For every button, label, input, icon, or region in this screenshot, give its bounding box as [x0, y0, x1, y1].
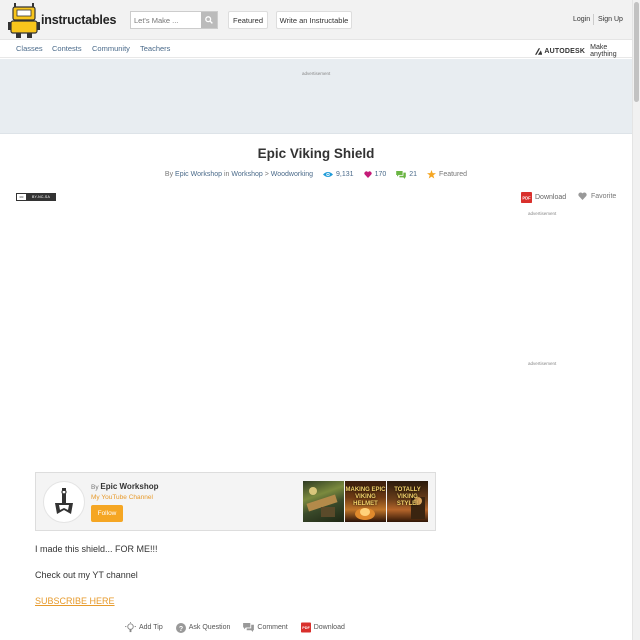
search-icon — [205, 16, 213, 24]
login-link[interactable]: Login — [573, 16, 590, 23]
logo-wordmark[interactable]: instructables — [41, 13, 116, 27]
page: instructables Featured Write an Instruct… — [0, 0, 640, 640]
byline-by: By — [164, 171, 174, 178]
svg-text:PDF: PDF — [302, 626, 310, 630]
signup-link[interactable]: Sign Up — [598, 16, 623, 23]
author-name[interactable]: Epic Workshop — [100, 482, 158, 491]
body-paragraph: I made this shield... FOR ME!!! — [35, 544, 158, 554]
author-project-thumbnail[interactable]: TOTALLY VIKING STYLE! — [387, 481, 428, 522]
autodesk-brand[interactable]: AUTODESK Make anything — [535, 44, 632, 58]
avatar[interactable] — [43, 481, 85, 523]
ad-label: advertisement — [302, 71, 331, 76]
thumbnail-image — [306, 487, 338, 517]
ask-question-button[interactable]: ? Ask Question — [175, 622, 231, 633]
autodesk-wordmark: AUTODESK — [544, 47, 586, 55]
side-ad-label: advertisement — [528, 211, 557, 216]
pdf-icon: PDF — [521, 192, 532, 203]
search-input[interactable] — [131, 12, 201, 28]
comment-button[interactable]: Comment — [243, 623, 288, 632]
subscribe-link[interactable]: SUBSCRIBE HERE — [35, 596, 115, 606]
ask-question-label: Ask Question — [188, 624, 231, 631]
views-stat: 9,131 — [323, 171, 354, 178]
author-project-thumbnail[interactable]: MAKING EPIC VIKING HELMET — [345, 481, 386, 522]
thors-hammer-logo-icon — [55, 488, 73, 514]
heart-icon — [363, 171, 372, 178]
comment-bubbles-icon — [243, 623, 255, 632]
pdf-icon: PDF — [300, 622, 311, 633]
side-ad-label: advertisement — [528, 361, 557, 366]
cc-icon: cc — [17, 194, 27, 200]
featured-button[interactable]: Featured — [228, 11, 268, 29]
category-nav: Classes Contests Community Teachers AUTO… — [0, 40, 632, 58]
nav-item-contests[interactable]: Contests — [52, 44, 82, 53]
heart-outline-icon — [578, 192, 587, 200]
search-box — [130, 11, 218, 29]
download-label: Download — [313, 624, 345, 631]
nav-item-community[interactable]: Community — [92, 44, 130, 53]
author-card: By Epic Workshop My YouTube Channel Foll… — [35, 472, 436, 531]
favorites-count: 170 — [374, 171, 387, 178]
add-tip-label: Add Tip — [139, 624, 163, 631]
favorites-stat: 170 — [363, 171, 387, 178]
body-paragraph: Check out my YT channel — [35, 570, 138, 580]
instructables-robot-logo-icon[interactable] — [8, 3, 40, 39]
lightbulb-icon — [125, 622, 136, 633]
favorite-link[interactable]: Favorite — [578, 192, 616, 200]
eye-icon — [323, 172, 334, 177]
nav-item-classes[interactable]: Classes — [16, 44, 43, 53]
comments-count: 21 — [409, 171, 418, 178]
creative-commons-license-badge[interactable]: cc BY-NC-SA — [16, 193, 56, 201]
author-by-line: By Epic Workshop — [91, 482, 159, 491]
header-divider — [593, 14, 594, 25]
article-byline: By Epic Workshop in Workshop > Woodworki… — [0, 170, 632, 179]
featured-badge: Featured — [427, 170, 467, 179]
follow-button[interactable]: Follow — [91, 505, 123, 522]
download-label: Download — [535, 194, 567, 201]
comments-stat: 21 — [396, 170, 418, 179]
svg-text:PDF: PDF — [522, 195, 531, 200]
comment-label: Comment — [257, 624, 288, 631]
comment-bubbles-icon — [396, 170, 407, 179]
top-header: instructables Featured Write an Instruct… — [0, 0, 632, 40]
write-instructable-button[interactable]: Write an Instructable — [276, 11, 352, 29]
nav-item-teachers[interactable]: Teachers — [140, 44, 170, 53]
author-project-thumbnail[interactable] — [303, 481, 344, 522]
license-code: BY-NC-SA — [27, 194, 55, 200]
question-mark-icon: ? — [175, 622, 186, 633]
thumbnail-caption: TOTALLY VIKING STYLE! — [394, 487, 421, 507]
autodesk-logo-icon — [535, 47, 543, 55]
subcategory-link[interactable]: Woodworking — [271, 171, 313, 178]
youtube-channel-link[interactable]: My YouTube Channel — [91, 494, 153, 501]
category-link[interactable]: Workshop — [231, 171, 262, 178]
scrollbar-thumb[interactable] — [634, 2, 639, 102]
download-pdf-link[interactable]: PDF Download — [521, 192, 566, 203]
author-link[interactable]: Epic Workshop — [175, 171, 222, 178]
autodesk-tagline: Make anything — [590, 44, 617, 58]
breadcrumb-separator: > — [264, 171, 269, 178]
advertisement-banner[interactable]: advertisement — [0, 59, 632, 134]
add-tip-button[interactable]: Add Tip — [125, 622, 163, 633]
author-by-prefix: By — [91, 484, 99, 491]
page-title: Epic Viking Shield — [257, 146, 375, 161]
star-icon — [427, 170, 437, 179]
page-scrollbar[interactable] — [632, 0, 640, 640]
byline-in: in — [223, 171, 230, 178]
views-count: 9,131 — [336, 171, 354, 178]
search-button[interactable] — [201, 12, 217, 28]
thumbnail-caption: MAKING EPIC VIKING HELMET — [345, 487, 386, 507]
featured-label: Featured — [439, 171, 468, 178]
download-button[interactable]: PDF Download — [300, 622, 345, 633]
favorite-label: Favorite — [591, 192, 617, 200]
step-action-bar: Add Tip ? Ask Question Comment PDF Downl… — [125, 622, 358, 633]
svg-text:?: ? — [179, 626, 183, 633]
